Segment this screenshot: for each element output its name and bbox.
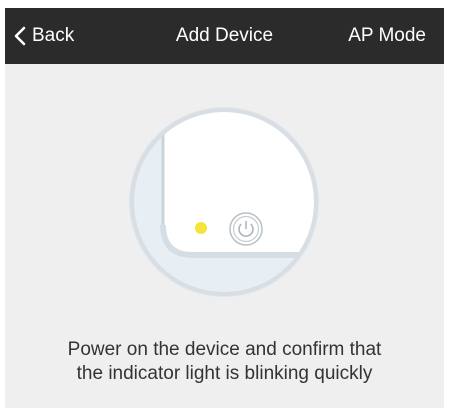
power-button-icon bbox=[229, 212, 263, 246]
ap-mode-button[interactable]: AP Mode bbox=[348, 8, 426, 64]
instruction-line-1: Power on the device and confirm that bbox=[67, 339, 382, 360]
back-label: Back bbox=[32, 25, 75, 46]
chevron-left-icon bbox=[13, 25, 27, 47]
add-device-screen: Back Add Device AP Mode Power on the dev… bbox=[5, 8, 444, 408]
navigation-bar: Back Add Device AP Mode bbox=[5, 8, 444, 64]
back-button[interactable]: Back bbox=[13, 8, 74, 64]
instruction-text: Power on the device and confirm that the… bbox=[15, 338, 434, 386]
device-illustration bbox=[127, 105, 321, 299]
instruction-line-2: the indicator light is blinking quickly bbox=[76, 363, 373, 384]
indicator-light-icon bbox=[195, 222, 207, 234]
